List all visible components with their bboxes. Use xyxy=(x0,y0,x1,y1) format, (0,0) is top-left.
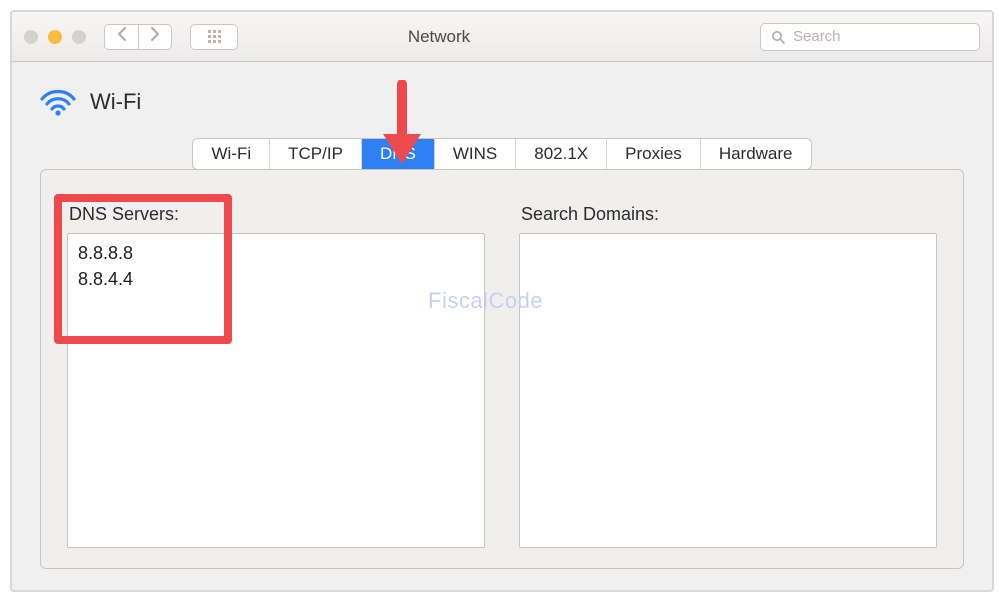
list-item[interactable]: 8.8.4.4 xyxy=(78,266,474,292)
page-title: Wi-Fi xyxy=(90,89,141,115)
close-window-icon[interactable] xyxy=(24,30,38,44)
window-controls xyxy=(24,30,86,44)
search-domains-list[interactable] xyxy=(519,233,937,548)
tab-dns[interactable]: DNS xyxy=(362,139,435,169)
title-bar: Network xyxy=(12,12,992,62)
search-input[interactable] xyxy=(793,28,992,45)
minimize-window-icon[interactable] xyxy=(48,30,62,44)
search-domains-label: Search Domains: xyxy=(519,204,937,225)
search-field[interactable] xyxy=(760,23,980,51)
tab-wi-fi[interactable]: Wi-Fi xyxy=(193,139,270,169)
zoom-window-icon[interactable] xyxy=(72,30,86,44)
tab-802-1x[interactable]: 802.1X xyxy=(516,139,607,169)
tab-hardware[interactable]: Hardware xyxy=(701,139,811,169)
chevron-left-icon xyxy=(117,27,127,46)
dns-panel: DNS Servers: 8.8.8.88.8.4.4 Search Domai… xyxy=(40,169,964,569)
dns-servers-column: DNS Servers: 8.8.8.88.8.4.4 xyxy=(67,204,485,548)
window-frame: Network Wi-Fi Wi-FiTCP/IPDNSWINS802.1XPr… xyxy=(10,10,994,592)
list-item[interactable]: 8.8.8.8 xyxy=(78,240,474,266)
dns-servers-list[interactable]: 8.8.8.88.8.4.4 xyxy=(67,233,485,548)
tab-bar: Wi-FiTCP/IPDNSWINS802.1XProxiesHardware xyxy=(40,138,964,170)
search-icon xyxy=(771,30,785,44)
tab-proxies[interactable]: Proxies xyxy=(607,139,701,169)
tab-wins[interactable]: WINS xyxy=(435,139,516,169)
content-area: Wi-Fi Wi-FiTCP/IPDNSWINS802.1XProxiesHar… xyxy=(12,62,992,590)
window-title: Network xyxy=(128,27,750,47)
wifi-icon xyxy=(40,87,76,117)
page-header: Wi-Fi xyxy=(40,80,964,124)
search-domains-column: Search Domains: xyxy=(519,204,937,548)
tab-tcp-ip[interactable]: TCP/IP xyxy=(270,139,362,169)
dns-servers-label: DNS Servers: xyxy=(67,204,485,225)
